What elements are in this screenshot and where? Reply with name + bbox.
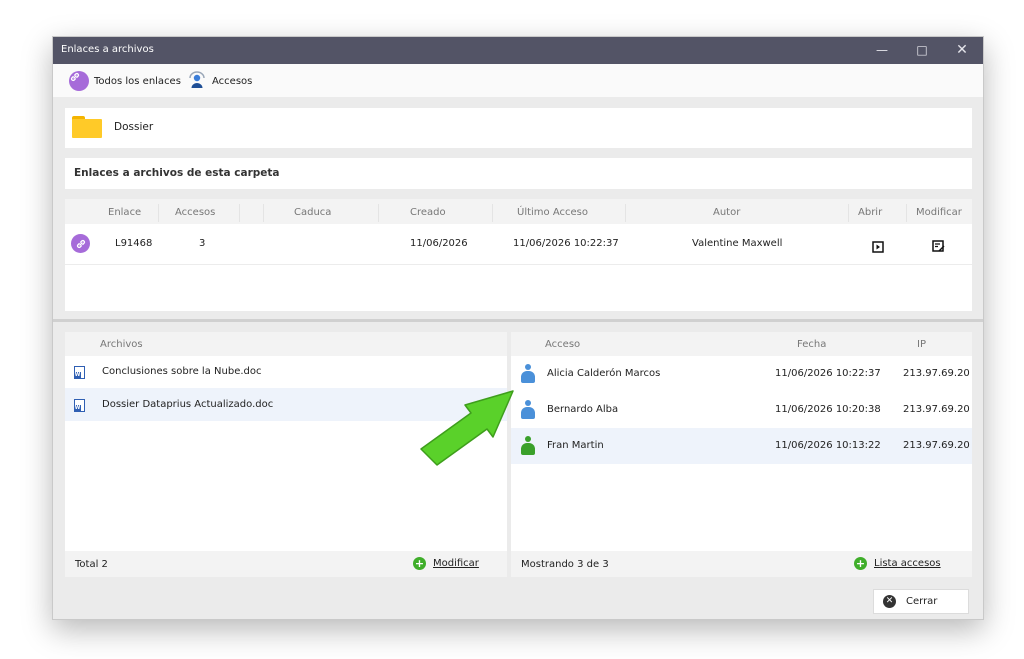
close-label: Cerrar xyxy=(906,596,938,607)
files-total: Total 2 xyxy=(75,559,108,570)
toolbar: Todos los enlaces Accesos xyxy=(53,64,983,97)
plus-icon: + xyxy=(854,557,867,570)
link-icon xyxy=(69,71,89,91)
col-caduca: Caduca xyxy=(294,207,332,218)
link-id: L91468 xyxy=(115,238,153,249)
col-modificar: Modificar xyxy=(916,207,962,218)
col-abrir: Abrir xyxy=(858,207,883,218)
user-icon xyxy=(521,436,535,455)
link-icon xyxy=(71,234,90,253)
title-bar: Enlaces a archivos — □ ✕ xyxy=(53,37,983,64)
link-author: Valentine Maxwell xyxy=(692,238,783,249)
maximize-icon[interactable]: □ xyxy=(908,41,936,59)
col-enlace: Enlace xyxy=(108,207,142,218)
col-acceso: Acceso xyxy=(545,339,581,350)
all-links-label: Todos los enlaces xyxy=(94,75,181,87)
links-table-header: Enlace Accesos Caduca Creado Último Acce… xyxy=(65,199,972,224)
word-doc-icon: W xyxy=(74,366,85,379)
link-row[interactable]: L91468 3 11/06/2026 11/06/2026 10:22:37 … xyxy=(65,224,972,265)
close-circle-icon: ✕ xyxy=(883,595,896,608)
access-showing: Mostrando 3 de 3 xyxy=(521,559,609,570)
folder-name: Dossier xyxy=(114,121,154,133)
access-header: Acceso Fecha IP xyxy=(511,332,972,356)
access-row[interactable]: Alicia Calderón Marcos 11/06/2026 10:22:… xyxy=(511,356,972,392)
access-user-icon xyxy=(187,70,207,92)
col-autor: Autor xyxy=(713,207,741,218)
minimize-icon[interactable]: — xyxy=(868,41,896,59)
splitter[interactable] xyxy=(53,319,983,322)
access-user: Bernardo Alba xyxy=(547,404,619,415)
files-footer: Total 2 + Modificar xyxy=(65,551,507,577)
col-creado: Creado xyxy=(410,207,446,218)
access-ip: 213.97.69.20 xyxy=(903,404,970,415)
file-name: Conclusiones sobre la Nube.doc xyxy=(102,366,262,377)
access-user: Fran Martin xyxy=(547,440,604,451)
word-doc-icon: W xyxy=(74,399,85,412)
user-icon xyxy=(521,400,535,419)
plus-icon: + xyxy=(413,557,426,570)
user-icon xyxy=(521,364,535,383)
accesses-button[interactable]: Accesos xyxy=(187,70,253,92)
access-panel: Acceso Fecha IP Alicia Calderón Marcos 1… xyxy=(511,332,972,577)
modify-button[interactable]: + Modificar xyxy=(413,557,479,570)
accesses-label: Accesos xyxy=(212,75,253,87)
access-ip: 213.97.69.20 xyxy=(903,440,970,451)
file-links-window: Enlaces a archivos — □ ✕ Todos los enlac… xyxy=(52,36,984,620)
folder-icon xyxy=(72,116,102,138)
access-user: Alicia Calderón Marcos xyxy=(547,368,661,379)
access-date: 11/06/2026 10:20:38 xyxy=(775,404,881,415)
close-window-icon[interactable]: ✕ xyxy=(948,41,976,59)
access-footer: Mostrando 3 de 3 + Lista accesos xyxy=(511,551,972,577)
link-last-access: 11/06/2026 10:22:37 xyxy=(513,238,619,249)
file-name: Dossier Dataprius Actualizado.doc xyxy=(102,399,274,410)
access-list-label: Lista accesos xyxy=(874,558,941,569)
access-date: 11/06/2026 10:22:37 xyxy=(775,368,881,379)
col-accesos: Accesos xyxy=(175,207,216,218)
edit-link-icon[interactable] xyxy=(932,238,945,257)
access-list-button[interactable]: + Lista accesos xyxy=(854,557,941,570)
modify-label: Modificar xyxy=(433,558,479,569)
link-access-count: 3 xyxy=(199,238,206,249)
link-created: 11/06/2026 xyxy=(410,238,468,249)
folder-panel: Dossier xyxy=(65,108,972,148)
window-title: Enlaces a archivos xyxy=(61,44,154,55)
col-ultimo-acceso: Último Acceso xyxy=(517,207,588,218)
access-date: 11/06/2026 10:13:22 xyxy=(775,440,881,451)
col-ip: IP xyxy=(917,339,926,350)
green-arrow-icon xyxy=(420,390,514,466)
close-button[interactable]: ✕ Cerrar xyxy=(873,589,969,614)
files-header-label: Archivos xyxy=(100,339,143,350)
links-section-title: Enlaces a archivos de esta carpeta xyxy=(74,167,280,179)
access-row[interactable]: Fran Martin 11/06/2026 10:13:22 213.97.6… xyxy=(511,428,972,464)
files-header: Archivos xyxy=(65,332,507,356)
access-ip: 213.97.69.20 xyxy=(903,368,970,379)
file-row[interactable]: W Conclusiones sobre la Nube.doc xyxy=(65,356,507,388)
open-link-icon[interactable] xyxy=(872,238,884,257)
links-section-header: Enlaces a archivos de esta carpeta xyxy=(65,158,972,189)
access-row[interactable]: Bernardo Alba 11/06/2026 10:20:38 213.97… xyxy=(511,392,972,428)
col-fecha: Fecha xyxy=(797,339,827,350)
all-links-button[interactable]: Todos los enlaces xyxy=(69,71,181,91)
links-table: Enlace Accesos Caduca Creado Último Acce… xyxy=(65,199,972,311)
